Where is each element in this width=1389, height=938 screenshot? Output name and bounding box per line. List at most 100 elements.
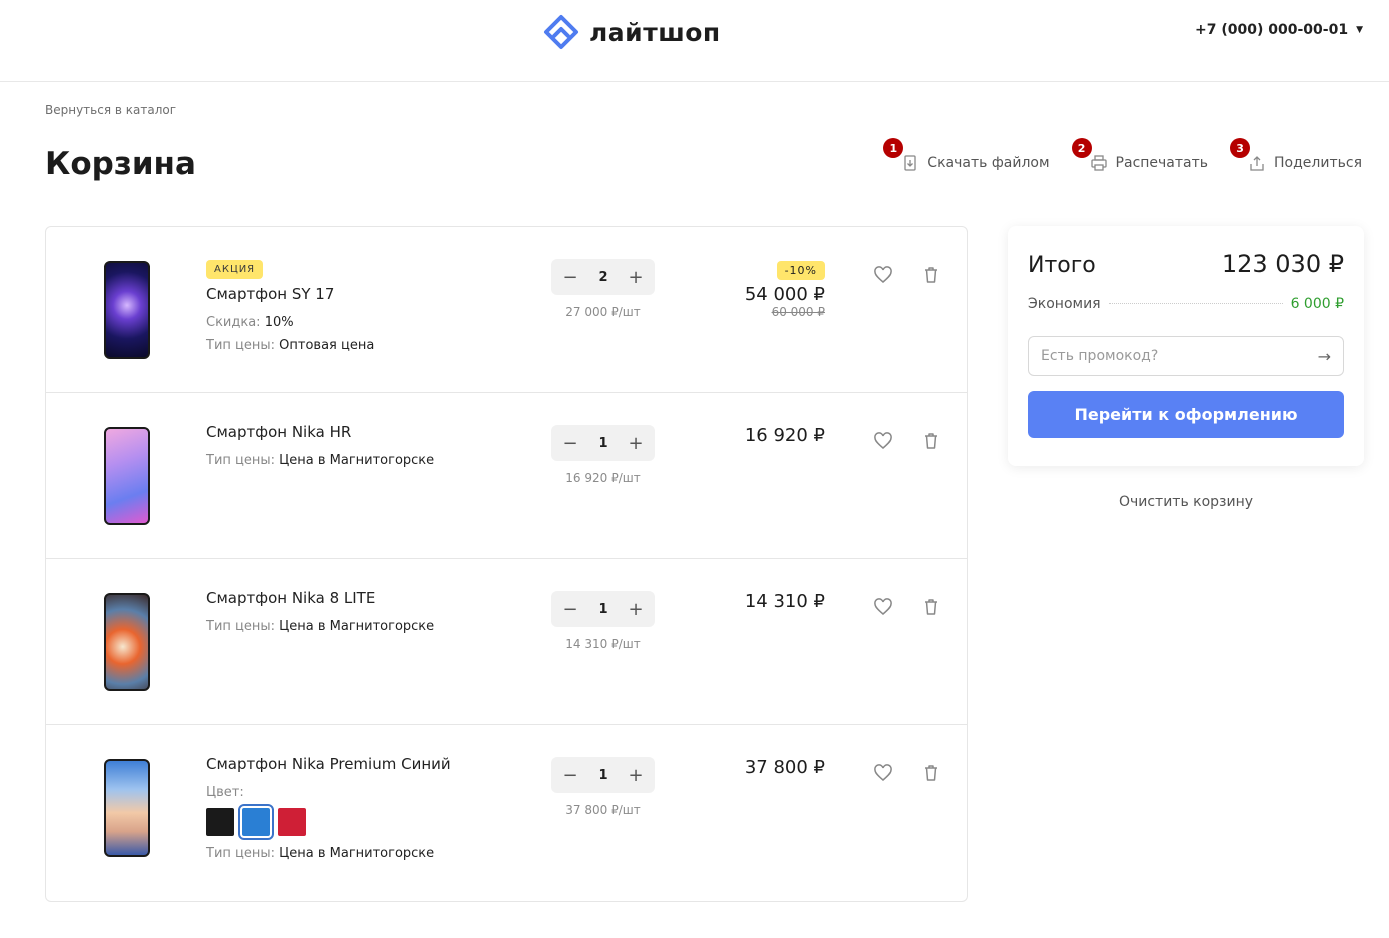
product-info: Смартфон Nika 8 LITE Тип цены: Цена в Ма…: [206, 589, 526, 642]
item-price: 37 800 ₽: [744, 757, 825, 778]
product-name[interactable]: Смартфон Nika HR: [206, 423, 526, 441]
price-type-label: Тип цены:: [206, 338, 276, 353]
price-type-value: Цена в Магнитогорске: [279, 453, 435, 468]
minus-icon[interactable]: −: [562, 765, 578, 786]
cart-item: Смартфон Nika 8 LITE Тип цены: Цена в Ма…: [46, 559, 967, 725]
page-title: Корзина: [45, 146, 196, 182]
dotted-leader: [1108, 303, 1283, 304]
cart-item: АКЦИЯ Смартфон SY 17 Скидка: 10% Тип цен…: [46, 227, 967, 393]
trash-icon[interactable]: [921, 597, 941, 617]
minus-icon[interactable]: −: [562, 599, 578, 620]
item-price: 16 920 ₽: [744, 425, 825, 446]
heart-icon[interactable]: [873, 431, 893, 451]
discount-value: 10%: [264, 315, 294, 330]
clear-cart-button[interactable]: Очистить корзину: [1008, 494, 1364, 510]
quantity-stepper: − 2 +: [551, 259, 655, 295]
back-to-catalog-link[interactable]: Вернуться в каталог: [45, 103, 176, 117]
trash-icon[interactable]: [921, 265, 941, 285]
summary-total: 123 030 ₽: [1221, 250, 1344, 278]
color-swatch-red[interactable]: [278, 808, 306, 836]
print-icon: [1090, 155, 1107, 171]
price-type-line: Тип цены: Цена в Магнитогорске: [206, 453, 526, 468]
heart-icon[interactable]: [873, 763, 893, 783]
promo-code-field: →: [1028, 336, 1344, 376]
discount-line: Скидка: 10%: [206, 315, 526, 330]
action-label: Поделиться: [1274, 155, 1362, 171]
economy-label: Экономия: [1028, 296, 1101, 312]
discount-label: Скидка:: [206, 315, 261, 330]
download-file-icon: [904, 155, 916, 171]
price-block: 14 310 ₽: [745, 591, 825, 612]
promo-badge: АКЦИЯ: [206, 260, 264, 279]
cart-actions: 1 Скачать файлом 2 Распечатать 3 Поделит…: [883, 138, 1362, 172]
color-swatch-black[interactable]: [206, 808, 234, 836]
badge: 3: [1230, 138, 1251, 158]
unit-price: 27 000 ₽/шт: [565, 305, 641, 319]
logo[interactable]: лайтшоп: [543, 14, 721, 50]
plus-icon[interactable]: +: [628, 267, 644, 288]
price-block: -10% 54 000 ₽ 60 000 ₽: [745, 259, 825, 319]
economy-row: Экономия 6 000 ₽: [1028, 296, 1344, 312]
unit-price: 14 310 ₽/шт: [565, 637, 641, 651]
economy-value: 6 000 ₽: [1290, 296, 1344, 312]
trash-icon[interactable]: [921, 763, 941, 783]
print-button[interactable]: 2 Распечатать: [1071, 138, 1209, 172]
price-type-label: Тип цены:: [206, 619, 276, 634]
product-name[interactable]: Смартфон SY 17: [206, 285, 526, 303]
old-price: 60 000 ₽: [771, 305, 825, 319]
price-type-value: Оптовая цена: [279, 338, 375, 353]
price-type-label: Тип цены:: [206, 846, 276, 861]
logo-mark-icon: [544, 15, 578, 49]
quantity-stepper: − 1 +: [551, 591, 655, 627]
trash-icon[interactable]: [921, 431, 941, 451]
product-image[interactable]: [104, 427, 150, 525]
unit-price: 37 800 ₽/шт: [565, 803, 641, 817]
color-swatches: [206, 804, 526, 840]
minus-icon[interactable]: −: [562, 267, 578, 288]
product-image[interactable]: [104, 759, 150, 857]
product-image[interactable]: [104, 261, 150, 359]
price-type-line: Тип цены: Цена в Магнитогорске: [206, 619, 526, 634]
quantity-value: 1: [598, 601, 608, 617]
price-type-line: Тип цены: Цена в Магнитогорске: [206, 846, 526, 861]
phone-selector[interactable]: +7 (000) 000-00-01 ▼: [1195, 22, 1363, 38]
action-label: Скачать файлом: [927, 155, 1050, 171]
quantity-value: 1: [598, 767, 608, 783]
quantity-stepper: − 1 +: [551, 757, 655, 793]
badge: 1: [883, 138, 904, 158]
share-icon: [1250, 156, 1264, 171]
cart-item: Смартфон Nika Premium Синий Цвет: Тип це…: [46, 725, 967, 901]
price-type-value: Цена в Магнитогорске: [279, 846, 435, 861]
action-label: Распечатать: [1115, 155, 1209, 171]
price-type-value: Цена в Магнитогорске: [279, 619, 435, 634]
share-button[interactable]: 3 Поделиться: [1230, 138, 1362, 172]
summary-title: Итого: [1028, 253, 1096, 278]
product-name[interactable]: Смартфон Nika 8 LITE: [206, 589, 526, 607]
item-price: 14 310 ₽: [744, 591, 825, 612]
heart-icon[interactable]: [873, 597, 893, 617]
order-summary: Итого 123 030 ₽ Экономия 6 000 ₽ → Перей…: [1008, 226, 1364, 466]
item-price: 54 000 ₽: [744, 284, 825, 305]
promo-code-input[interactable]: [1041, 348, 1318, 364]
download-file-button[interactable]: 1 Скачать файлом: [883, 138, 1050, 172]
plus-icon[interactable]: +: [628, 765, 644, 786]
quantity-value: 1: [598, 435, 608, 451]
minus-icon[interactable]: −: [562, 433, 578, 454]
product-image[interactable]: [104, 593, 150, 691]
product-name[interactable]: Смартфон Nika Premium Синий: [206, 755, 526, 773]
arrow-right-icon[interactable]: →: [1318, 347, 1331, 366]
quantity-value: 2: [598, 269, 608, 285]
color-swatch-blue[interactable]: [238, 804, 274, 840]
plus-icon[interactable]: +: [628, 433, 644, 454]
price-type-line: Тип цены: Оптовая цена: [206, 338, 526, 353]
cart-item: Смартфон Nika HR Тип цены: Цена в Магнит…: [46, 393, 967, 559]
plus-icon[interactable]: +: [628, 599, 644, 620]
logo-text: лайтшоп: [589, 17, 721, 47]
heart-icon[interactable]: [873, 265, 893, 285]
product-info: Смартфон Nika HR Тип цены: Цена в Магнит…: [206, 423, 526, 476]
price-block: 37 800 ₽: [745, 757, 825, 778]
checkout-button[interactable]: Перейти к оформлению: [1028, 391, 1344, 438]
quantity-stepper: − 1 +: [551, 425, 655, 461]
price-block: 16 920 ₽: [745, 425, 825, 446]
site-header: лайтшоп +7 (000) 000-00-01 ▼: [0, 0, 1389, 82]
